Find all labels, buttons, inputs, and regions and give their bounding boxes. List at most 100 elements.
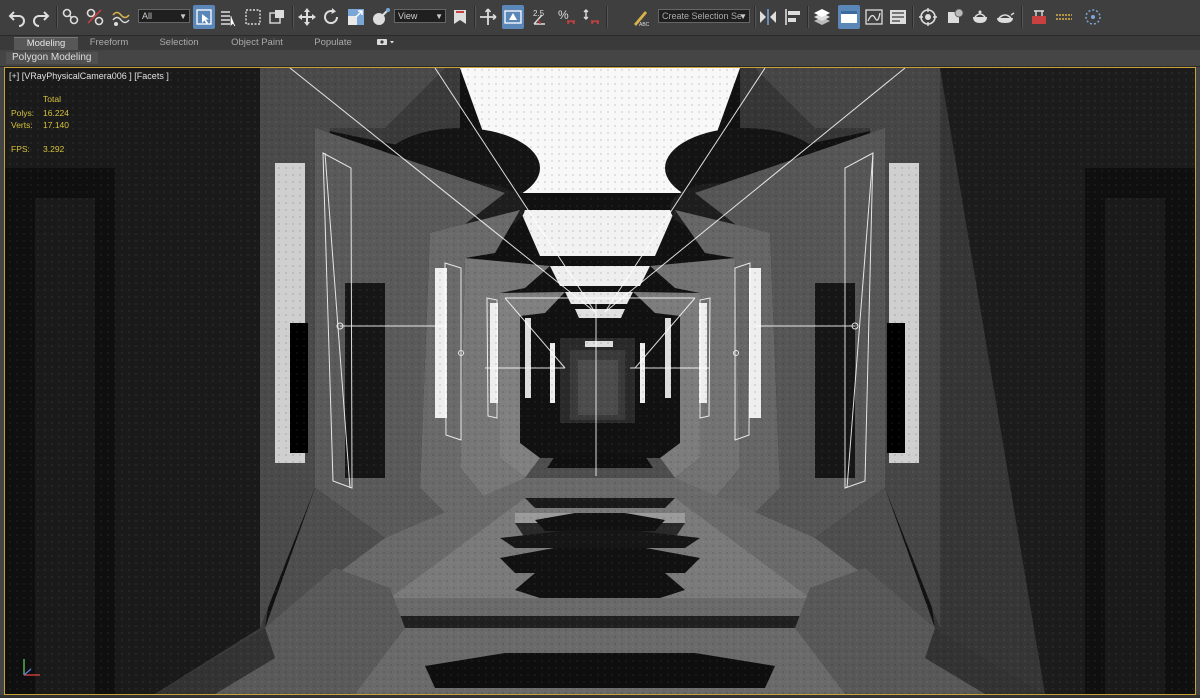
rectangular-selection-button[interactable] [242,5,264,29]
move-button[interactable] [296,5,318,29]
stats-polys-value: 16.224 [43,108,69,118]
tab-freeform[interactable]: Freeform [80,37,138,49]
material-editor-button[interactable] [944,5,966,29]
toolbar-separator [912,6,914,28]
ribbon-tab-bar: Modeling Freeform Selection Object Paint… [0,36,1200,50]
ribbon-panel: Polygon Modeling [0,50,1200,67]
render-setup-button[interactable] [969,5,991,29]
select-and-link-button[interactable] [60,5,82,29]
angle-snap-icon: 2.5 [533,9,545,25]
undo-icon [8,11,25,27]
mirror-button[interactable] [757,5,779,29]
selection-filter-value: All [142,11,153,21]
select-by-name-button[interactable] [217,5,239,29]
curve-editor-button[interactable] [887,5,909,29]
percent-snap-icon: % [558,8,575,25]
chevron-down-icon: ▼ [739,12,747,21]
svg-text:ABC: ABC [639,22,650,27]
keyboard-shortcut-icon [454,10,466,24]
svg-text:%: % [558,8,569,22]
named-selection-sets-dropdown[interactable]: Create Selection Se ▼ [658,9,750,23]
stats-fps-label: FPS: [11,144,30,154]
snap-angle-text: 2.5 [533,9,545,18]
toggle-ribbon-button[interactable] [863,5,885,29]
pivot-center-icon [480,8,497,25]
snaps-toggle-button[interactable] [502,5,524,29]
scene-explorer-icon [814,9,830,25]
tab-object-paint[interactable]: Object Paint [222,37,292,49]
toolbar-separator [1021,6,1023,28]
material-editor-icon [948,8,964,23]
chevron-down-icon: ▼ [179,12,187,21]
move-icon [298,8,316,26]
window-crossing-button[interactable] [266,5,288,29]
toolbar-separator [292,6,294,28]
window-crossing-icon [269,10,284,24]
percent-snap-toggle-button[interactable]: % [555,5,577,29]
stats-total-header: Total [43,94,61,104]
stats-polys-label: Polys: [11,108,35,118]
vray-frame-buffer-button[interactable] [1028,5,1050,29]
rotate-icon [324,8,339,25]
render-setup-icon [973,10,987,23]
unlink-icon [86,8,104,26]
bind-to-space-warp-button[interactable] [110,5,132,29]
rectangular-selection-icon [245,9,261,25]
toolbar-separator [606,6,608,28]
select-object-icon [196,9,212,25]
tab-selection[interactable]: Selection [150,37,208,49]
viewport-label[interactable]: [+] [VRayPhysicalCamera006 ] [Facets ] [9,71,169,81]
select-manipulate-icon [373,8,390,25]
redo-icon [33,11,50,27]
select-object-button[interactable] [193,5,215,29]
render-production-button[interactable] [994,5,1016,29]
ribbon-options-button[interactable] [372,37,398,49]
use-pivot-center-button[interactable] [477,5,499,29]
select-and-manipulate-button[interactable] [370,5,392,29]
tab-modeling[interactable]: Modeling [14,37,78,50]
select-by-name-icon [221,11,236,27]
reference-coordinate-dropdown[interactable]: View ▼ [394,9,446,23]
angle-snap-toggle-button[interactable]: 2.5 [530,5,552,29]
layer-explorer-icon [841,11,857,23]
toolbar-separator [807,6,809,28]
scale-button[interactable] [345,5,367,29]
toolbar-separator [754,6,756,28]
ribbon-toggle-icon [865,9,883,25]
keyboard-shortcut-override-button[interactable] [449,5,471,29]
stats-verts-value: 17.140 [43,120,69,130]
polygon-modeling-panel-button[interactable]: Polygon Modeling [6,52,98,64]
camera-viewport[interactable]: [+] [VRayPhysicalCamera006 ] [Facets ] T… [4,67,1196,695]
redo-button[interactable] [30,5,52,29]
unlink-selection-button[interactable] [84,5,106,29]
tab-populate[interactable]: Populate [302,37,364,49]
toolbar-separator [474,6,476,28]
toolbar-separator [56,6,58,28]
spinner-snap-toggle-button[interactable] [580,5,602,29]
toggle-layer-explorer-button[interactable] [838,5,860,29]
mirror-icon [760,9,776,25]
curve-editor-icon [890,10,906,24]
corridor-render [5,68,1195,694]
toggle-scene-explorer-button[interactable] [811,5,833,29]
scale-icon [348,9,364,25]
undo-button[interactable] [6,5,28,29]
axis-tripod-icon [23,659,40,676]
spinner-snap-icon [583,9,599,25]
stats-verts-label: Verts: [11,120,33,130]
edit-named-selection-icon: ABC [634,11,650,27]
reference-coordinate-value: View [398,11,418,21]
schematic-view-button[interactable] [917,5,939,29]
vray-lister-button[interactable] [1082,5,1104,29]
selection-filter-dropdown[interactable]: All ▼ [138,9,190,23]
chevron-down-icon: ▼ [435,12,443,21]
align-button[interactable] [782,5,804,29]
render-production-icon [997,12,1015,23]
rotate-button[interactable] [320,5,342,29]
vray-tools-icon [1056,14,1072,20]
edit-named-selection-sets-button[interactable]: ABC [630,5,652,29]
main-toolbar: All ▼ View ▼ 2.5 % ABC Create Selection … [0,0,1200,36]
vray-tools-button[interactable] [1053,5,1075,29]
vray-lister-icon [1085,9,1101,25]
schematic-view-icon [919,8,937,26]
